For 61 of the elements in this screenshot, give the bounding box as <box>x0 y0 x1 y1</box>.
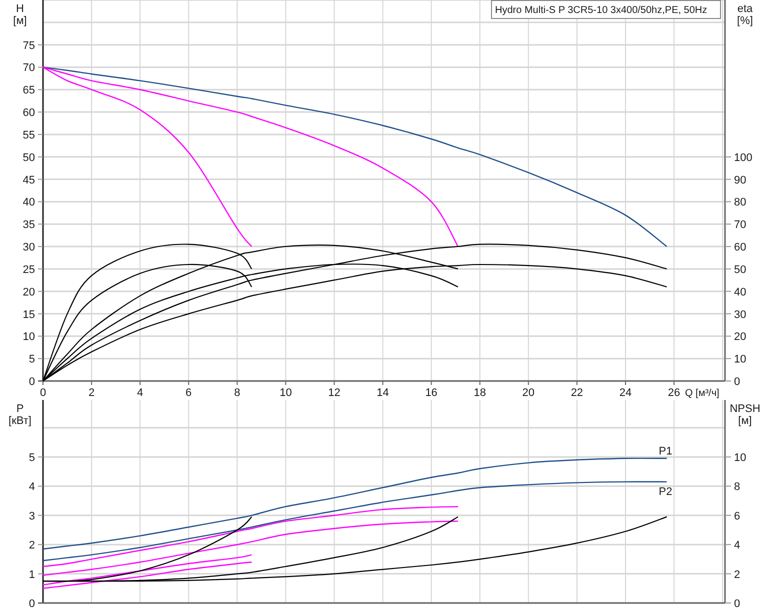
tick-label: 90 <box>734 174 746 186</box>
tick-label: 0 <box>28 376 35 388</box>
tick-label: 8 <box>734 481 740 494</box>
tick-label: 60 <box>734 242 746 254</box>
tick-label: 70 <box>22 62 35 74</box>
axis-label: eta [%] <box>737 3 753 27</box>
tick-label: 20 <box>522 387 535 399</box>
tick-label: 30 <box>22 242 35 254</box>
tick-label: 14 <box>376 387 389 399</box>
tick-label: 24 <box>619 387 632 399</box>
tick-label: 26 <box>668 387 680 399</box>
tick-label: 16 <box>425 387 438 399</box>
tick-label: 10 <box>280 387 292 399</box>
tick-label: 0 <box>734 376 740 388</box>
tick-label: 0 <box>40 387 46 399</box>
tick-label: 0 <box>28 598 35 610</box>
tick-label: 80 <box>734 196 746 209</box>
tick-label: 40 <box>22 196 35 209</box>
tick-label: 70 <box>734 219 746 232</box>
tick-label: 2 <box>28 540 35 552</box>
axis-label: H [м] <box>13 3 27 27</box>
tick-label: 4 <box>734 540 740 552</box>
tick-label: 20 <box>22 286 35 298</box>
tick-label: 4 <box>28 481 35 494</box>
series-label: P1 <box>658 445 672 458</box>
tick-label: 55 <box>22 129 35 142</box>
tick-label: 50 <box>22 152 35 164</box>
axis-label: NPSH [м] <box>730 403 760 427</box>
tick-label: 22 <box>570 387 584 399</box>
tick-label: 20 <box>734 331 746 344</box>
axis-label: P [кВт] <box>8 403 32 427</box>
tick-label: 2 <box>88 387 95 399</box>
tick-label: 10 <box>22 331 35 344</box>
tick-label: 25 <box>22 264 35 276</box>
tick-label: 8 <box>234 387 240 399</box>
tick-label: 30 <box>734 308 746 321</box>
tick-label: 35 <box>22 219 35 232</box>
tick-label: 65 <box>22 84 35 97</box>
tick-label: 12 <box>328 387 340 399</box>
tick-label: 40 <box>734 286 746 298</box>
tick-label: 5 <box>28 354 35 366</box>
tick-label: 50 <box>734 264 746 276</box>
tick-label: 6 <box>186 387 192 399</box>
series-label: P2 <box>658 486 672 498</box>
tick-label: 2 <box>734 568 740 581</box>
tick-label: 5 <box>28 452 35 464</box>
tick-label: 6 <box>734 510 740 522</box>
tick-label: 1 <box>28 568 35 581</box>
tick-label: 10 <box>734 452 746 464</box>
tick-label: 3 <box>28 510 35 522</box>
tick-label: 100 <box>734 152 752 164</box>
tick-label: 10 <box>734 354 746 366</box>
tick-label: 15 <box>22 308 35 321</box>
tick-label: 0 <box>734 598 740 610</box>
tick-label: 4 <box>137 387 144 399</box>
axis-label: Q [м³/ч] <box>685 388 720 399</box>
tick-label: 45 <box>22 174 35 186</box>
tick-label: 75 <box>22 40 35 52</box>
tick-label: 18 <box>474 387 486 399</box>
chart-title: Hydro Multi-S P 3CR5-10 3x400/50hz,PE, 50Hz <box>491 0 721 19</box>
tick-label: 60 <box>22 107 35 120</box>
